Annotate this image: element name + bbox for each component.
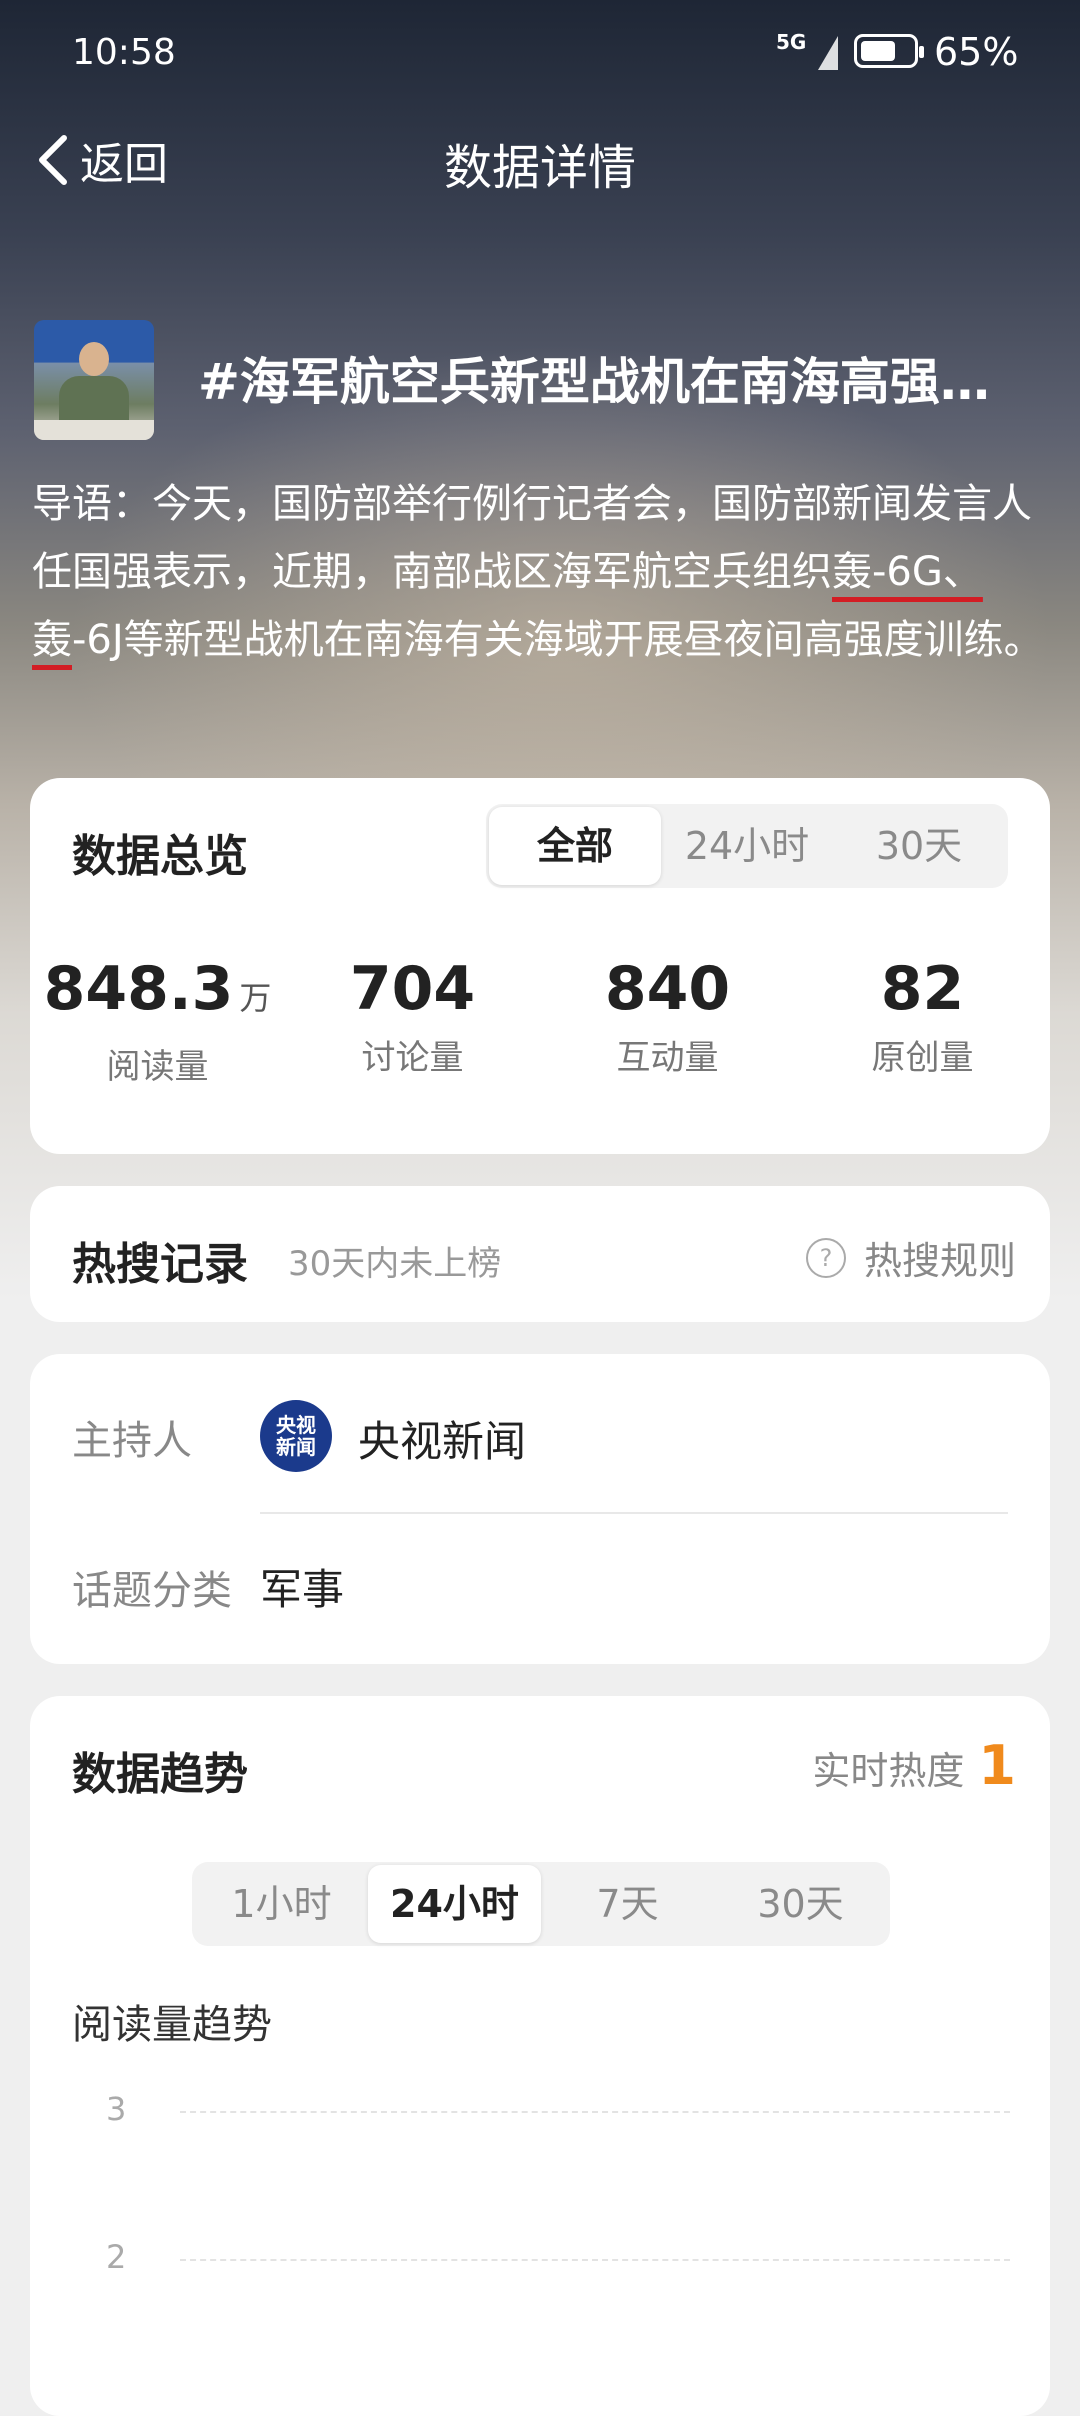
hot-search-rules-link[interactable]: ? 热搜规则 <box>805 1230 1016 1285</box>
stat-value: 840 <box>604 954 731 1024</box>
battery-percent: 65% <box>934 30 1019 74</box>
trend-card: 数据趋势 实时热度 1 1小时 24小时 7天 30天 阅读量趋势 3 2 <box>30 1696 1050 2416</box>
heat-label: 实时热度 <box>812 1749 965 1793</box>
status-bar: 10:58 5G 65% <box>0 28 1080 80</box>
clock: 10:58 <box>72 32 176 73</box>
hot-search-rules-label: 热搜规则 <box>863 1239 1016 1283</box>
topic-title: #海军航空兵新型战机在南海高强… <box>198 353 990 411</box>
read-trend-chart: 3 2 <box>30 2076 1050 2416</box>
page-title: 数据详情 <box>443 140 636 196</box>
hot-search-card: 热搜记录 30天内未上榜 ? 热搜规则 <box>30 1186 1050 1322</box>
stat-label: 互动量 <box>616 1038 719 1078</box>
y-tick-label: 3 <box>106 2090 127 2128</box>
host-row: 主持人 央视 新闻 央视新闻 <box>72 1400 1008 1490</box>
lead-highlight-1: 轰-6G、 <box>832 549 983 595</box>
tab-1h[interactable]: 1小时 <box>195 1865 368 1943</box>
host-avatar[interactable]: 央视 新闻 <box>260 1400 332 1472</box>
stat-label: 阅读量 <box>106 1047 209 1087</box>
overview-range-tabs: 全部 24小时 30天 <box>486 804 1008 888</box>
grid-line <box>180 2111 1010 2113</box>
y-tick-label: 2 <box>106 2238 127 2276</box>
trend-range-tabs: 1小时 24小时 7天 30天 <box>192 1862 890 1946</box>
stat-unit: 万 <box>239 979 272 1017</box>
stat-interactions: 840 互动量 <box>540 954 795 1088</box>
stat-label: 讨论量 <box>361 1038 464 1078</box>
tab-30d[interactable]: 30天 <box>833 807 1005 885</box>
category-value: 军事 <box>260 1565 345 1614</box>
topic-lead: 导语：今天，国防部举行例行记者会，国防部新闻发言人任国强表示，近期，南部战区海军… <box>32 470 1048 674</box>
tab-30d[interactable]: 30天 <box>714 1865 887 1943</box>
topic-thumbnail[interactable] <box>34 320 154 440</box>
stat-reads: 848.3 万 阅读量 <box>30 954 285 1088</box>
topic-info-card: 主持人 央视 新闻 央视新闻 话题分类 军事 <box>30 1354 1050 1664</box>
lead-text-end: -6J等新型战机在南海有关海域开展昼夜间高强度训练。 <box>72 617 1044 663</box>
tab-all[interactable]: 全部 <box>489 807 661 885</box>
category-key: 话题分类 <box>72 1568 232 1614</box>
tab-24h[interactable]: 24小时 <box>368 1865 541 1943</box>
stat-originals: 82 原创量 <box>795 954 1050 1088</box>
stat-discussions: 704 讨论量 <box>285 954 540 1088</box>
hot-search-title: 热搜记录 <box>72 1239 248 1290</box>
lead-highlight-2: 轰 <box>32 617 72 663</box>
signal-icon <box>818 36 838 70</box>
question-icon: ? <box>805 1237 846 1278</box>
trend-title: 数据趋势 <box>72 1749 248 1800</box>
stat-value: 848.3 <box>43 954 234 1024</box>
navigation-bar: 返回 数据详情 <box>0 120 1080 200</box>
category-row: 话题分类 军事 <box>72 1550 1008 1630</box>
overview-card: 数据总览 全部 24小时 30天 848.3 万 阅读量 704 讨论量 840 … <box>30 778 1050 1154</box>
stat-label: 原创量 <box>871 1038 974 1078</box>
host-logo-line1: 央视 <box>276 1413 316 1437</box>
host-logo-line2: 新闻 <box>276 1435 316 1459</box>
heat-value: 1 <box>978 1734 1016 1797</box>
tab-7d[interactable]: 7天 <box>541 1865 714 1943</box>
tab-24h[interactable]: 24小时 <box>661 807 833 885</box>
stat-value: 82 <box>880 954 965 1024</box>
overview-title: 数据总览 <box>72 831 248 882</box>
stat-value: 704 <box>349 954 476 1024</box>
divider <box>260 1512 1008 1514</box>
realtime-heat: 实时热度 1 <box>812 1734 1016 1797</box>
host-name[interactable]: 央视新闻 <box>358 1408 526 1469</box>
hot-search-status: 30天内未上榜 <box>288 1244 502 1284</box>
battery-icon <box>854 34 924 68</box>
stats-row: 848.3 万 阅读量 704 讨论量 840 互动量 82 原创量 <box>30 954 1050 1088</box>
network-type: 5G <box>776 30 807 54</box>
grid-line <box>180 2259 1010 2261</box>
host-key: 主持人 <box>72 1418 192 1464</box>
chart-title: 阅读量趋势 <box>72 2002 272 2048</box>
